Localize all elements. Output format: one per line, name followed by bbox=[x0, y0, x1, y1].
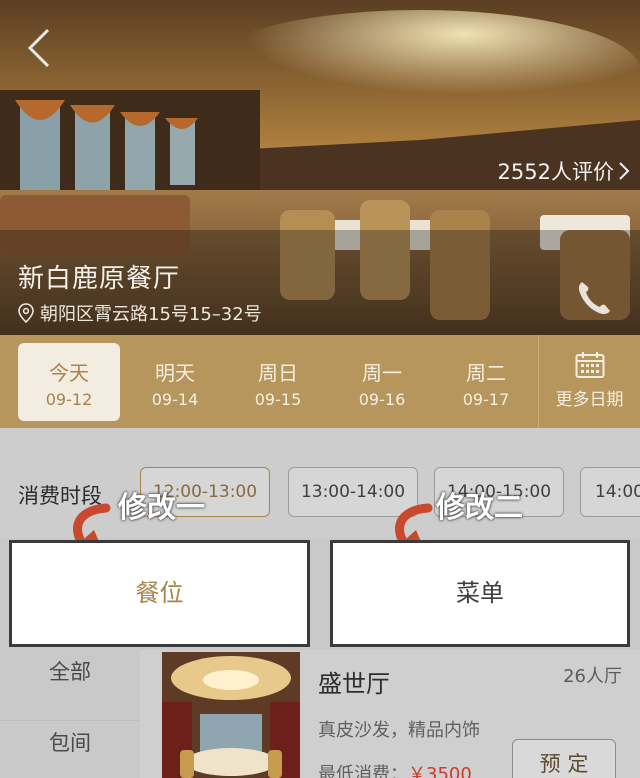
time-slot[interactable]: 14:00-15 bbox=[580, 467, 640, 517]
minimum-spend-label: 最低消费： bbox=[318, 764, 408, 778]
date-value: 09-17 bbox=[462, 390, 510, 409]
location-pin-icon bbox=[18, 303, 34, 323]
date-value: 09-16 bbox=[358, 390, 406, 409]
room-card: 盛世厅 26人厅 真皮沙发，精品内饰 最低消费：￥3500 预 定 bbox=[140, 650, 640, 778]
room-capacity: 26人厅 bbox=[563, 666, 622, 687]
restaurant-address[interactable]: 朝阳区霄云路15号15–32号 bbox=[18, 300, 262, 326]
room-features: 真皮沙发，精品内饰 bbox=[318, 720, 480, 741]
address-text: 朝阳区霄云路15号15–32号 bbox=[40, 304, 262, 325]
restaurant-name: 新白鹿原餐厅 bbox=[18, 264, 181, 294]
date-weekday: 周日 bbox=[258, 361, 298, 385]
date-option-tomorrow[interactable]: 明天 09-14 bbox=[124, 343, 226, 421]
date-value: 09-15 bbox=[254, 390, 302, 409]
back-arrow-icon[interactable] bbox=[24, 26, 54, 70]
room-category-sidebar: 全部 包间 bbox=[0, 650, 140, 778]
date-weekday: 今天 bbox=[49, 361, 89, 385]
book-button[interactable]: 预 定 bbox=[512, 739, 616, 778]
date-value: 09-12 bbox=[45, 390, 93, 409]
minimum-spend-price: ￥3500 bbox=[408, 764, 472, 778]
more-dates-button[interactable]: 更多日期 bbox=[538, 335, 640, 428]
sidebar-item-private-room[interactable]: 包间 bbox=[0, 721, 140, 778]
phone-icon[interactable] bbox=[572, 276, 616, 320]
tab-seat[interactable]: 餐位 bbox=[9, 540, 310, 647]
restaurant-booking-screen: { "restaurant": { "review_text": "2552人评… bbox=[0, 0, 640, 778]
date-weekday: 周一 bbox=[362, 361, 402, 385]
annotation-label: 修改一 bbox=[118, 490, 206, 524]
review-count-link[interactable]: 2552人评价 bbox=[498, 156, 630, 186]
chevron-right-icon bbox=[619, 162, 630, 180]
date-selector: 今天 09-12 明天 09-14 周日 09-15 周一 09-16 周二 0… bbox=[0, 335, 640, 428]
date-weekday: 明天 bbox=[155, 361, 195, 385]
date-weekday: 周二 bbox=[466, 361, 506, 385]
more-dates-label: 更多日期 bbox=[555, 390, 624, 410]
date-value: 09-14 bbox=[151, 390, 199, 409]
review-count-text: 2552人评价 bbox=[497, 160, 614, 184]
date-option-sunday[interactable]: 周日 09-15 bbox=[227, 343, 329, 421]
room-name: 盛世厅 bbox=[318, 670, 390, 698]
minimum-spend: 最低消费：￥3500 bbox=[318, 760, 472, 778]
date-option-today[interactable]: 今天 09-12 bbox=[18, 343, 120, 421]
date-option-tuesday[interactable]: 周二 09-17 bbox=[435, 343, 537, 421]
calendar-icon bbox=[575, 352, 604, 378]
tab-menu[interactable]: 菜单 bbox=[330, 540, 630, 647]
restaurant-hero: 2552人评价 新白鹿原餐厅 朝阳区霄云路15号15–32号 bbox=[0, 0, 640, 335]
date-option-monday[interactable]: 周一 09-16 bbox=[331, 343, 433, 421]
room-photo bbox=[162, 652, 300, 778]
sidebar-item-all[interactable]: 全部 bbox=[0, 650, 140, 721]
